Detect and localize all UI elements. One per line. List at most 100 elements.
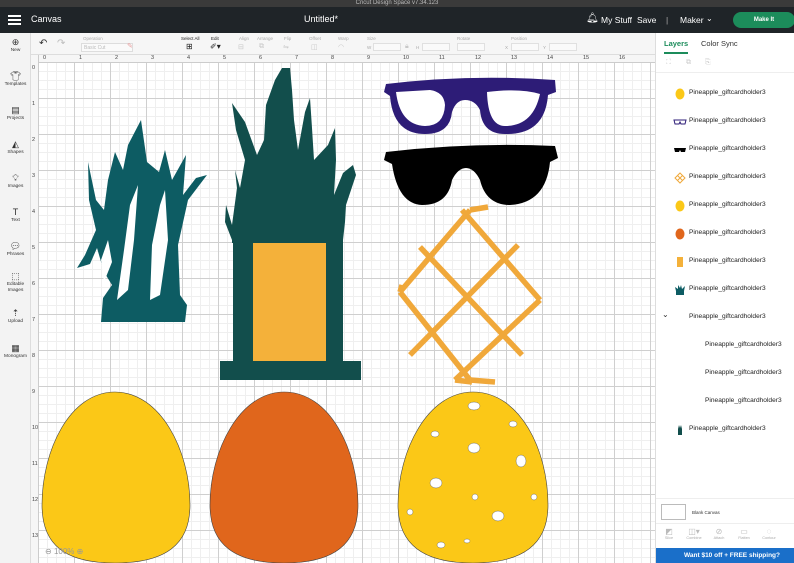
dotted-egg-shape[interactable]	[397, 391, 549, 563]
lock-icon[interactable]: 🔒︎	[405, 43, 409, 51]
ungroup-icon[interactable]: ⧉	[686, 59, 691, 67]
sidebar-item-images[interactable]: 💡︎ Images	[0, 173, 31, 190]
redo-icon[interactable]: ↷	[57, 38, 65, 49]
layer-row[interactable]: Pineapple_giftcardholder3	[656, 276, 794, 304]
layer-row[interactable]: Pineapple_giftcardholder3	[656, 136, 794, 164]
layer-row[interactable]: Pineapple_giftcardholder3	[656, 108, 794, 136]
document-title[interactable]: Untitled*	[304, 14, 338, 24]
monogram-icon: ▦	[11, 343, 20, 353]
layer-row[interactable]: Pineapple_giftcardholder3	[656, 332, 794, 360]
sidebar-item-phrases[interactable]: 💬︎ Phrases	[0, 241, 31, 258]
align-icon[interactable]: ⊟	[238, 43, 244, 51]
glasses-shape[interactable]	[384, 77, 556, 135]
section-title: Canvas	[31, 14, 62, 24]
slice-button[interactable]: ◩ Slice	[659, 527, 679, 540]
chevron-down-icon[interactable]: ⌄	[706, 14, 713, 23]
orange-egg-shape[interactable]	[209, 391, 359, 563]
flatten-button[interactable]: ▭ Flatten	[734, 527, 754, 540]
sidebar-label: Images	[7, 184, 24, 189]
save-button[interactable]: Save	[637, 15, 656, 25]
sidebar-item-shapes[interactable]: ◭ Shapes	[0, 139, 31, 156]
my-stuff-link[interactable]: My Stuff	[601, 15, 632, 25]
select-all-icon[interactable]: ⊞	[186, 42, 193, 51]
group-icon[interactable]: ⛶	[666, 59, 671, 67]
sidebar-item-editable-images[interactable]: ⬚ Editable Images	[0, 271, 31, 293]
bulb-icon: 💡︎	[12, 173, 19, 183]
flatten-icon: ▭	[740, 527, 748, 536]
pos-x-label: X	[505, 45, 509, 50]
blank-canvas-row[interactable]: Blank Canvas	[656, 498, 794, 522]
operation-select[interactable]: Basic Cut	[81, 43, 133, 52]
menu-icon[interactable]	[8, 15, 21, 25]
sidebar-item-new[interactable]: ⊕ New	[0, 37, 31, 54]
layer-row[interactable]: Pineapple_giftcardholder3	[656, 248, 794, 276]
lattice-shape[interactable]	[397, 204, 543, 385]
x-input[interactable]	[511, 43, 539, 51]
flip-label: Flip	[284, 36, 292, 41]
sunglasses-shape[interactable]	[384, 144, 558, 205]
duplicate-icon[interactable]: ⎘	[705, 59, 711, 67]
combine-button[interactable]: ◫▾ Combine	[684, 527, 704, 540]
layer-row[interactable]: Pineapple_giftcardholder3	[656, 220, 794, 248]
height-input[interactable]	[422, 43, 450, 51]
rotate-input[interactable]	[457, 43, 485, 51]
sidebar-item-text[interactable]: T Text	[0, 207, 31, 224]
bell-icon[interactable]: 🔔︎	[586, 13, 599, 24]
pen-color-icon[interactable]: ✎	[127, 42, 133, 50]
width-input[interactable]	[373, 43, 401, 51]
sidebar-label: New	[10, 48, 21, 53]
layer-row[interactable]: ⌄ Pineapple_giftcardholder3	[656, 304, 794, 332]
layer-tools: ⛶ ⧉ ⎘	[656, 55, 794, 73]
speech-icon: 💬︎	[9, 241, 22, 251]
layers-panel: Layers Color Sync ⛶ ⧉ ⎘ Pineapple_giftca…	[655, 33, 794, 563]
layer-row[interactable]: Pineapple_giftcardholder3	[656, 192, 794, 220]
make-it-button[interactable]: Make It	[733, 12, 794, 28]
layer-row[interactable]: Pineapple_giftcardholder3	[656, 164, 794, 192]
promo-banner[interactable]: Want $10 off + FREE shipping?	[656, 548, 794, 563]
layer-thumbnail-icon	[677, 257, 683, 267]
layer-name: Pineapple_giftcardholder3	[689, 229, 766, 236]
tab-color-sync[interactable]: Color Sync	[701, 39, 738, 48]
size-h-label: H	[416, 45, 420, 50]
layer-row[interactable]: Pineapple_giftcardholder3	[656, 360, 794, 388]
leaves-shape[interactable]	[77, 120, 207, 322]
contour-button[interactable]: ◌ Contour	[759, 527, 779, 540]
size-w-label: W	[367, 45, 372, 50]
zoom-value: 100%	[53, 547, 75, 556]
layer-thumbnail-icon	[674, 172, 686, 184]
pineapple-crown-shape[interactable]	[225, 68, 356, 243]
sidebar-item-templates[interactable]: 👕︎ Templates	[0, 71, 31, 88]
layer-row[interactable]: Pineapple_giftcardholder3	[656, 80, 794, 108]
edit-toolbar: ↶ ↷ Operation Basic Cut ✎ Select All ⊞ E…	[31, 33, 655, 55]
window-title-bar: Cricut Design Space v7.34.123	[0, 0, 794, 7]
undo-icon[interactable]: ↶	[39, 38, 47, 49]
attach-button[interactable]: ⊘ Attach	[709, 527, 729, 540]
chevron-down-icon[interactable]: ⌄	[662, 310, 669, 319]
pineapple-base[interactable]	[220, 361, 361, 380]
design-canvas[interactable]: 01234567891011121314151617 0123456789101…	[31, 55, 655, 563]
flip-icon[interactable]: ⇋	[283, 43, 289, 51]
y-input[interactable]	[549, 43, 577, 51]
machine-select[interactable]: Maker	[680, 15, 704, 25]
tab-layers[interactable]: Layers	[664, 39, 689, 54]
giftcard-rect[interactable]	[253, 243, 326, 361]
sidebar-item-monogram[interactable]: ▦ Monogram	[0, 343, 31, 360]
sidebar-label: Projects	[6, 116, 25, 121]
layer-row[interactable]: Pineapple_giftcardholder3	[656, 388, 794, 416]
editable-icon: ⬚	[11, 271, 20, 281]
layer-thumbnail-icon	[675, 228, 685, 240]
sidebar-item-projects[interactable]: ▤ Projects	[0, 105, 31, 122]
layer-name: Pineapple_giftcardholder3	[689, 425, 766, 432]
sidebar-item-upload[interactable]: ⇡ Upload	[0, 308, 31, 325]
warp-icon[interactable]: ◠	[338, 43, 344, 51]
layer-name: Pineapple_giftcardholder3	[689, 173, 766, 180]
promo-text: Want $10 off + FREE shipping?	[684, 552, 780, 559]
arrange-icon[interactable]: ⧉	[259, 43, 264, 51]
zoom-level[interactable]: ⊖ 100% ⊕	[45, 547, 83, 556]
align-label: Align	[239, 36, 250, 41]
offset-icon[interactable]: ◫	[311, 43, 318, 51]
layer-name: Pineapple_giftcardholder3	[689, 285, 766, 292]
edit-icon[interactable]: ✐▾	[210, 42, 221, 51]
yellow-egg-shape[interactable]	[41, 391, 191, 563]
layer-row[interactable]: Pineapple_giftcardholder3	[656, 416, 794, 444]
